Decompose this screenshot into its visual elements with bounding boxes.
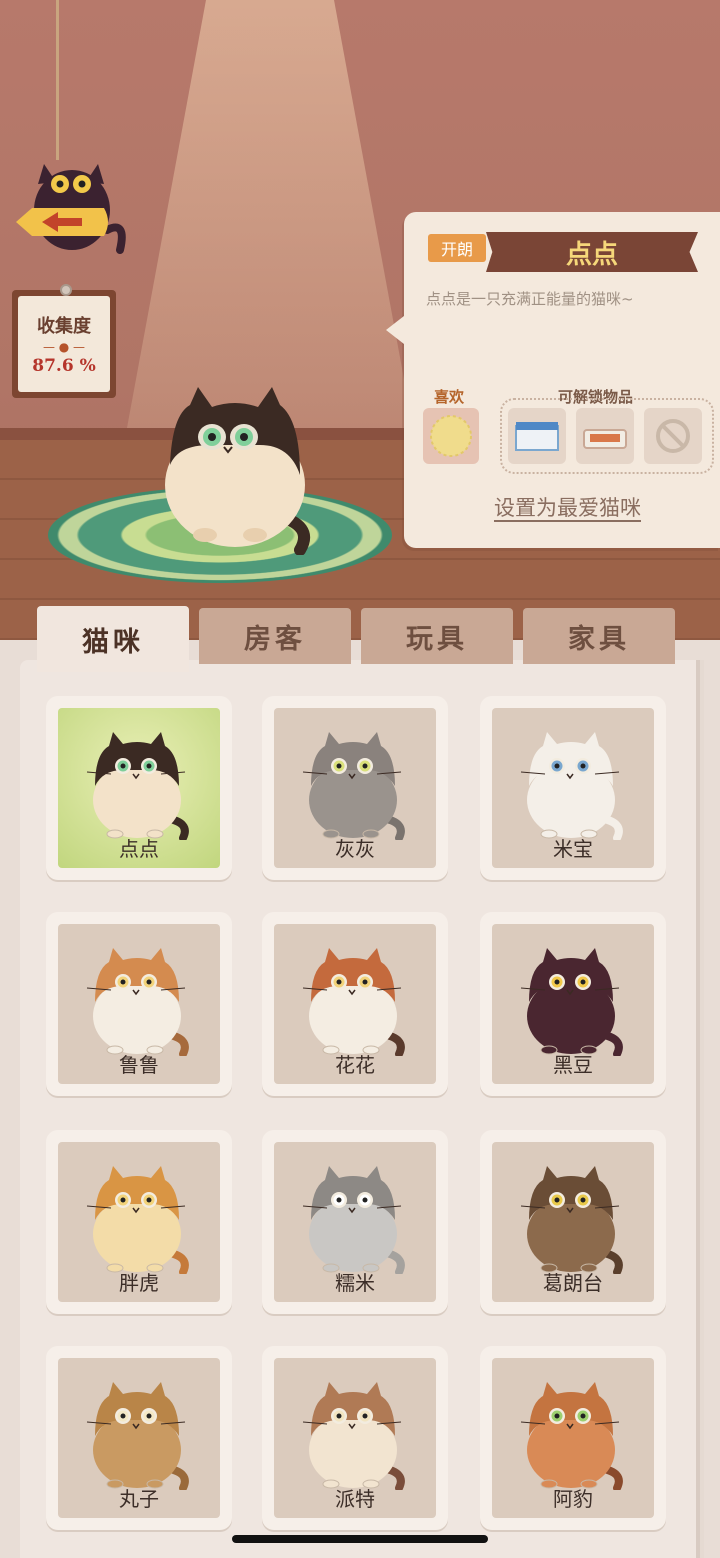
paw-icon: — ● — — [42, 340, 86, 354]
cat-name-banner: 点点 — [486, 232, 698, 272]
tab-furniture[interactable]: 家具 — [523, 608, 675, 664]
hanging-rope — [56, 0, 59, 160]
cat-card[interactable]: 丸子 — [46, 1346, 232, 1530]
cat-portrait — [302, 1166, 405, 1274]
cat-card-frame: 阿豹 — [492, 1358, 654, 1518]
back-button[interactable] — [12, 150, 127, 275]
cat-card[interactable]: 米宝 — [480, 696, 666, 880]
collection-paper: 收集度 — ● — 87.6 % — [18, 296, 110, 392]
featured-cat[interactable] — [150, 385, 340, 555]
cat-card-name: 米宝 — [553, 837, 593, 861]
collection-value: 87.6 % — [32, 356, 96, 376]
cat-back-arrow-icon — [16, 164, 126, 254]
cat-portrait — [86, 1166, 189, 1274]
cat-card-frame: 黑豆 — [492, 924, 654, 1084]
cat-card[interactable]: 糯米 — [262, 1130, 448, 1314]
cat-portrait — [86, 1382, 189, 1490]
collection-title: 收集度 — [37, 316, 91, 337]
tab-toys[interactable]: 玩具 — [361, 608, 513, 664]
cat-card-name: 点点 — [119, 837, 159, 861]
cat-portrait — [520, 1166, 623, 1274]
locked-icon — [656, 419, 690, 453]
cat-card-frame: 糯米 — [274, 1142, 436, 1302]
collection-card[interactable]: 收集度 — ● — 87.6 % — [12, 284, 116, 398]
cat-card[interactable]: 阿豹 — [480, 1346, 666, 1530]
cat-portrait — [302, 1382, 405, 1490]
cat-card-name: 胖虎 — [119, 1271, 159, 1295]
cat-card-frame: 葛朗台 — [492, 1142, 654, 1302]
food-tray-icon — [583, 429, 627, 449]
yarn-ball-icon — [430, 415, 472, 457]
unlock-item-2[interactable] — [576, 408, 634, 464]
cat-portrait — [86, 732, 189, 840]
cat-card[interactable]: 黑豆 — [480, 912, 666, 1096]
cat-card-frame: 花花 — [274, 924, 436, 1084]
cat-card[interactable]: 点点 — [46, 696, 232, 880]
cat-card[interactable]: 胖虎 — [46, 1130, 232, 1314]
cat-card-name: 花花 — [335, 1053, 375, 1077]
cat-portrait — [520, 948, 623, 1056]
likes-label: 喜欢 — [434, 388, 465, 406]
cat-portrait — [302, 732, 405, 840]
cat-description: 点点是一只充满正能量的猫咪~ — [426, 290, 634, 308]
home-indicator — [232, 1535, 488, 1543]
cat-card-name: 灰灰 — [335, 837, 375, 861]
cat-card-name: 阿豹 — [553, 1487, 593, 1511]
cat-card-name: 丸子 — [119, 1487, 159, 1511]
cat-card-name: 葛朗台 — [543, 1271, 603, 1295]
cat-card[interactable]: 派特 — [262, 1346, 448, 1530]
cat-portrait — [302, 948, 405, 1056]
trait-tag: 开朗 — [428, 234, 486, 262]
unlock-item-3[interactable] — [644, 408, 702, 464]
cat-portrait — [520, 732, 623, 840]
cat-card[interactable]: 灰灰 — [262, 696, 448, 880]
cat-card-name: 黑豆 — [553, 1053, 593, 1077]
cat-card-frame: 派特 — [274, 1358, 436, 1518]
cat-card[interactable]: 花花 — [262, 912, 448, 1096]
cat-card-name: 派特 — [335, 1487, 375, 1511]
cat-card-frame: 灰灰 — [274, 708, 436, 868]
cat-card-frame: 丸子 — [58, 1358, 220, 1518]
cat-card-frame: 胖虎 — [58, 1142, 220, 1302]
cat-card[interactable]: 葛朗台 — [480, 1130, 666, 1314]
cat-info-panel: 开朗 点点 点点是一只充满正能量的猫咪~ 喜欢 可解锁物品 设置为最爱猫咪 — [386, 212, 720, 548]
cat-card-frame: 米宝 — [492, 708, 654, 868]
cat-card[interactable]: 鲁鲁 — [46, 912, 232, 1096]
cat-card-frame: 鲁鲁 — [58, 924, 220, 1084]
box-item-icon — [515, 422, 559, 451]
set-favorite-link[interactable]: 设置为最爱猫咪 — [494, 492, 641, 522]
cat-portrait — [86, 948, 189, 1056]
cat-card-name: 糯米 — [335, 1271, 375, 1295]
cat-portrait — [520, 1382, 623, 1490]
pin-icon — [60, 284, 72, 296]
unlock-item-1[interactable] — [508, 408, 566, 464]
liked-item-slot[interactable] — [423, 408, 479, 464]
tab-cats[interactable]: 猫咪 — [37, 606, 189, 672]
cat-card-frame: 点点 — [58, 708, 220, 868]
tab-tenants[interactable]: 房客 — [199, 608, 351, 664]
cat-card-name: 鲁鲁 — [119, 1053, 159, 1077]
